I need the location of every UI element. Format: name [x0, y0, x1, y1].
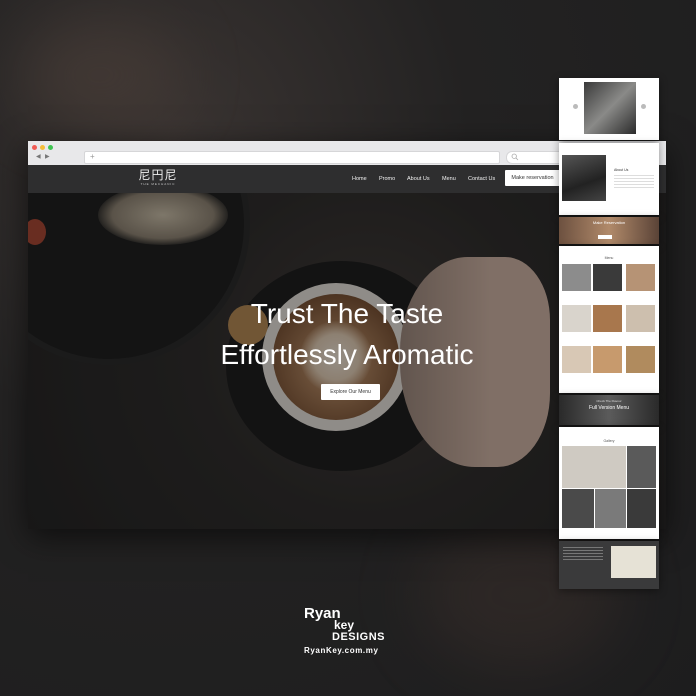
forward-arrow-icon[interactable]: ▶ [45, 153, 50, 161]
preview-footer-section [559, 541, 659, 589]
nav-home[interactable]: Home [352, 176, 367, 183]
nav-about-us[interactable]: About Us [407, 176, 430, 183]
gallery-thumb-5 [627, 489, 656, 528]
search-icon [511, 153, 519, 161]
make-reservation-button[interactable]: Make reservation [505, 170, 560, 186]
preview-footer-map [611, 546, 656, 578]
maximize-dot-icon[interactable] [48, 145, 53, 150]
plus-icon[interactable]: + [90, 152, 95, 161]
logo-subtitle: THE MECHANIC [140, 182, 176, 186]
menu-thumb-4 [562, 305, 591, 332]
minimize-dot-icon[interactable] [40, 145, 45, 150]
menu-thumb-6 [626, 305, 655, 332]
menu-thumb-1 [562, 264, 591, 291]
gallery-thumb-3 [562, 489, 594, 528]
brand-line3: DESIGNS [332, 631, 386, 643]
nav-menu[interactable]: Menu [442, 176, 456, 183]
menu-thumb-5 [593, 305, 622, 332]
preview-menu-heading: Menu [604, 256, 614, 260]
preview-footer-text [563, 547, 603, 561]
preview-about-text [614, 175, 654, 189]
nav-promo[interactable]: Promo [379, 176, 395, 183]
preview-full-menu-section: Check The Flavour Full Version Menu [559, 395, 659, 425]
preview-about-image [562, 155, 606, 201]
brand-url[interactable]: RyanKey.com.my [304, 646, 379, 656]
back-arrow-icon[interactable]: ◀ [36, 153, 41, 161]
carousel-next-icon[interactable] [641, 104, 646, 109]
menu-thumb-8 [593, 346, 622, 373]
preview-hero-section [559, 78, 659, 140]
preview-menu-section: Menu [559, 246, 659, 393]
nav-contact-us[interactable]: Contact Us [468, 176, 495, 183]
explore-menu-button[interactable]: Explore Our Menu [321, 384, 380, 400]
close-dot-icon[interactable] [32, 145, 37, 150]
preview-reservation-section: Make Reservation [559, 217, 659, 244]
preview-gallery-section: Gallery [559, 427, 659, 539]
address-bar[interactable] [84, 151, 500, 164]
preview-about-heading: About Us [614, 168, 629, 172]
gallery-thumb-1 [562, 446, 626, 488]
preview-about-section: About Us [559, 143, 659, 215]
gallery-thumb-4 [595, 489, 626, 528]
background-blur-highlight [20, 20, 180, 130]
menu-thumb-7 [562, 346, 591, 373]
preview-full-menu-heading: Full Version Menu [588, 405, 630, 411]
preview-reservation-button[interactable] [598, 235, 612, 239]
menu-thumb-3 [626, 264, 655, 291]
gallery-thumb-2 [627, 446, 656, 488]
preview-full-menu-sub: Check The Flavour [596, 399, 622, 403]
preview-gallery-heading: Gallery [603, 439, 615, 443]
carousel-prev-icon[interactable] [573, 104, 578, 109]
preview-hero-image [584, 82, 636, 134]
menu-thumb-9 [626, 346, 655, 373]
logo-mark: 尼円尼 [138, 168, 178, 182]
site-logo[interactable]: 尼円尼 THE MECHANIC [134, 168, 182, 187]
menu-thumb-2 [593, 264, 622, 291]
preview-reservation-heading: Make Reservation [592, 220, 626, 225]
